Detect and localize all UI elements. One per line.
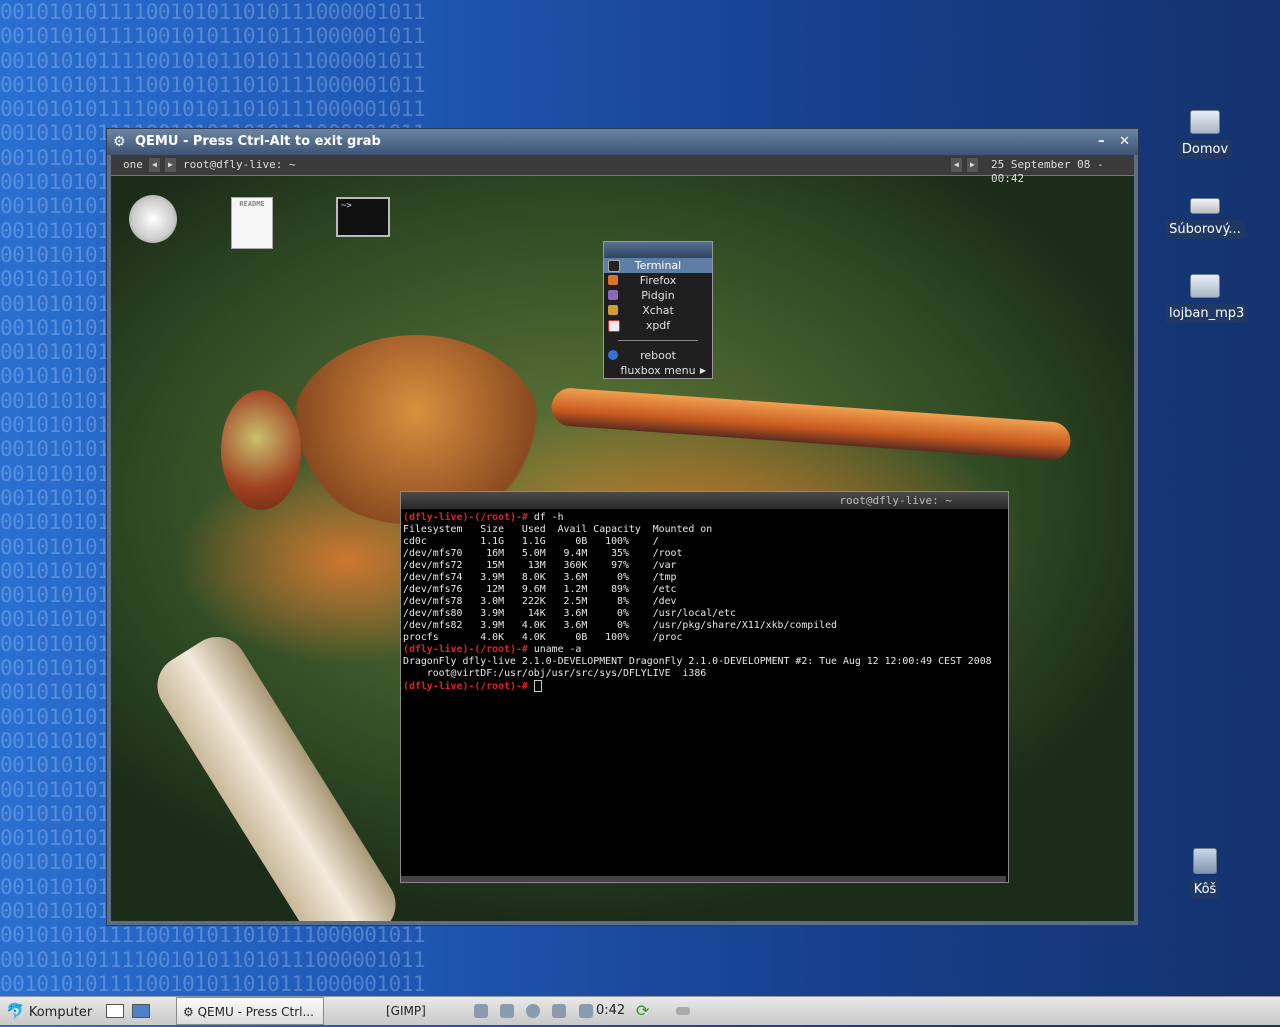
df-output: Filesystem Size Used Avail Capacity Moun… <box>403 524 838 643</box>
desktop-icon-label: lojban_mp3 <box>1165 304 1249 323</box>
menu-item-xchat[interactable]: Xchat <box>604 303 712 318</box>
terminal-titlebar[interactable]: root@dfly-live: ~ <box>401 492 1008 509</box>
menu-item-label: fluxbox menu <box>620 364 696 377</box>
display-icon[interactable] <box>578 1003 593 1018</box>
network-icon[interactable] <box>474 1003 488 1018</box>
workspace-name[interactable]: one <box>123 158 143 172</box>
menu-item-terminal[interactable]: Terminal <box>604 258 712 273</box>
terminal-output[interactable]: (dfly-live)-(/root)-# df -h Filesystem S… <box>401 509 1008 696</box>
workspace-switcher[interactable] <box>132 997 150 1025</box>
uname-output: DragonFly dfly-live 2.1.0-DEVELOPMENT Dr… <box>403 656 992 679</box>
host-taskbar[interactable]: 🐬 Komputer ⚙ QEMU - Press Ctrl... [GIMP]… <box>0 996 1280 1025</box>
menu-item-pidgin[interactable]: Pidgin <box>604 288 712 303</box>
folder-icon <box>1190 110 1220 134</box>
dragonfly-logo-icon[interactable] <box>129 195 177 243</box>
desktop-icon-label: Domov <box>1177 140 1233 159</box>
prev-workspace-icon[interactable]: ◀ <box>149 158 160 172</box>
wallpaper-dragonfly-abdomen <box>550 386 1072 462</box>
qemu-task-icon: ⚙ <box>183 1005 194 1019</box>
minimize-button[interactable]: – <box>1098 134 1105 149</box>
drive-icon <box>676 1006 690 1015</box>
menu-item-fluxbox-menu[interactable]: fluxbox menu ▶ <box>604 363 712 378</box>
terminal-icon-label: ~> <box>341 201 352 211</box>
terminal-prompt: (dfly-live)-(/root)-# <box>403 644 528 655</box>
qemu-window[interactable]: ⚙ QEMU - Press Ctrl-Alt to exit grab – ✕… <box>106 128 1139 926</box>
menu-item-label: Pidgin <box>641 289 675 302</box>
system-tray[interactable] <box>470 997 597 1025</box>
terminal-prompt: (dfly-live)-(/root)-# <box>403 681 528 692</box>
desktop-icon-filesystem[interactable]: Súborový... <box>1165 192 1245 239</box>
show-desktop-button[interactable] <box>106 997 124 1025</box>
trash-icon <box>1193 848 1217 874</box>
gear-icon: ⚙ <box>113 134 126 150</box>
task-gimp[interactable]: [GIMP] <box>386 997 426 1025</box>
terminal-icon <box>608 260 620 272</box>
start-menu-label: Komputer <box>28 1005 93 1020</box>
pidgin-icon <box>608 290 618 300</box>
guest-terminal-window[interactable]: root@dfly-live: ~ (dfly-live)-(/root)-# … <box>400 491 1009 883</box>
terminal-cursor <box>533 680 542 692</box>
dolphin-icon: 🐬 <box>6 1002 25 1020</box>
guest-screen[interactable]: one ◀ ▶ root@dfly-live: ~ ◀ ▶ 25 Septemb… <box>111 155 1134 921</box>
desktop-icon-label: Súborový... <box>1165 220 1245 239</box>
start-menu-button[interactable]: 🐬 Komputer <box>6 997 92 1025</box>
guest-clock: 25 September 08 - 00:42 <box>991 158 1104 185</box>
menu-item-label: xpdf <box>645 319 671 332</box>
menu-item-label: Firefox <box>639 274 677 287</box>
fluxbox-root-menu[interactable]: Terminal Firefox Pidgin Xchat xpdf reboo… <box>603 241 713 379</box>
qemu-titlebar[interactable]: ⚙ QEMU - Press Ctrl-Alt to exit grab – ✕ <box>107 129 1138 155</box>
desktop-icon-lojban[interactable]: lojban_mp3 <box>1165 274 1249 323</box>
fluxbox-toolbar[interactable]: one ◀ ▶ root@dfly-live: ~ ◀ ▶ 25 Septemb… <box>111 155 1134 185</box>
power-icon <box>608 350 618 360</box>
desktop-icon <box>106 1003 124 1018</box>
folder-icon[interactable] <box>500 1003 515 1018</box>
submenu-arrow-icon: ▶ <box>699 366 706 375</box>
menu-item-label: Terminal <box>634 259 682 272</box>
menu-item-label: Xchat <box>642 304 674 317</box>
screen-icon[interactable] <box>552 1003 567 1018</box>
wallpaper-dragonfly-eye <box>221 390 301 510</box>
menu-item-reboot[interactable]: reboot <box>604 348 712 363</box>
menu-item-xpdf[interactable]: xpdf <box>604 318 712 333</box>
globe-icon[interactable] <box>526 1003 541 1018</box>
window-title: QEMU - Press Ctrl-Alt to exit grab <box>135 134 381 149</box>
readme-label: README <box>239 200 265 208</box>
next-workspace-icon[interactable]: ▶ <box>165 158 176 172</box>
xchat-icon <box>608 305 618 315</box>
workspace-icon <box>132 1003 150 1018</box>
desktop-icon-label: Kôš <box>1189 880 1221 899</box>
task-qemu[interactable]: ⚙ QEMU - Press Ctrl... <box>176 997 324 1025</box>
terminal-prompt: (dfly-live)-(/root)-# <box>403 512 528 523</box>
next-window-icon[interactable]: ▶ <box>967 158 978 172</box>
folder-icon <box>1190 274 1220 298</box>
wallpaper-twig <box>146 625 407 921</box>
host-clock[interactable]: 0:42 <box>596 997 625 1025</box>
terminal-scrollbar[interactable] <box>401 876 1006 882</box>
readme-icon[interactable]: README <box>231 197 273 249</box>
task-label: QEMU - Press Ctrl... <box>197 1005 314 1019</box>
desktop-icon-home[interactable]: Domov <box>1165 110 1245 159</box>
drive-icon <box>1190 198 1220 214</box>
refresh-icon[interactable]: ⟳ <box>636 997 649 1025</box>
menu-header <box>604 242 712 258</box>
menu-item-label: reboot <box>640 349 676 362</box>
focused-window-title[interactable]: root@dfly-live: ~ <box>183 158 296 172</box>
drive-tray-icon[interactable] <box>672 997 694 1025</box>
close-button[interactable]: ✕ <box>1119 134 1130 149</box>
menu-separator <box>618 340 698 341</box>
prev-window-icon[interactable]: ◀ <box>951 158 962 172</box>
firefox-icon <box>608 275 618 285</box>
terminal-icon[interactable]: ~> <box>336 197 390 237</box>
terminal-command: df -h <box>533 512 564 523</box>
terminal-command: uname -a <box>533 644 582 655</box>
task-label: [GIMP] <box>386 1004 426 1018</box>
pdf-icon <box>608 320 620 332</box>
menu-item-firefox[interactable]: Firefox <box>604 273 712 288</box>
desktop-icon-trash[interactable]: Kôš <box>1165 848 1245 899</box>
